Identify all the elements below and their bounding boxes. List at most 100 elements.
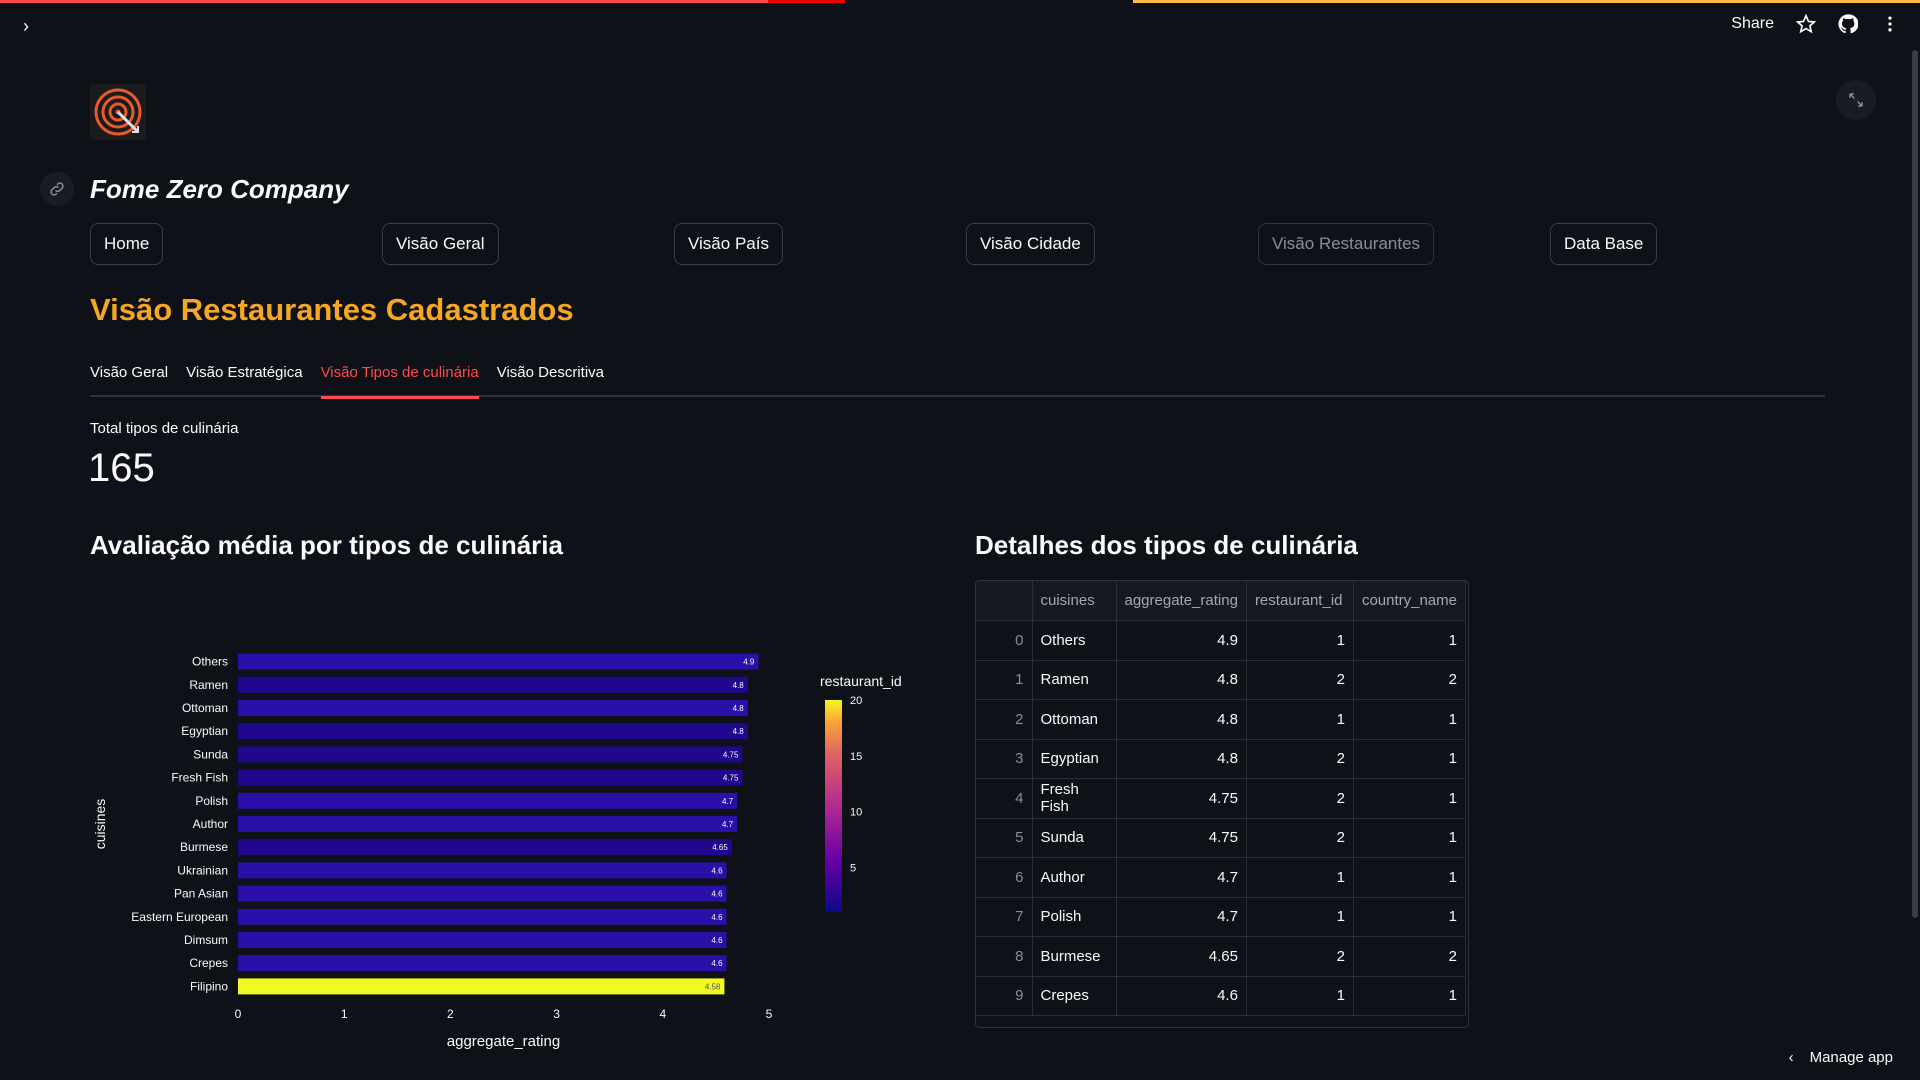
table-cell[interactable]: 1 [1246,857,1354,898]
table-row[interactable]: 1 Ramen 4.8 2 2 [976,660,1467,700]
anchor-link-icon[interactable] [40,172,74,206]
table-row[interactable]: 6 Author 4.7 1 1 [976,857,1467,898]
table-row[interactable]: 4 Fresh Fish 4.75 2 1 [976,778,1467,819]
table-row[interactable]: 7 Polish 4.7 1 1 [976,897,1467,937]
table-cell[interactable]: 6 [976,857,1033,898]
github-icon[interactable] [1838,14,1858,34]
nav-data-base-button[interactable]: Data Base [1550,223,1658,265]
tab-visao-tipos-culinaria[interactable]: Visão Tipos de culinária [320,360,479,399]
table-cell[interactable]: 1 [1246,897,1354,937]
star-icon[interactable] [1796,14,1816,34]
bar-chart[interactable]: Others 4.9 Ramen 4.8 Ottoman 4.8 Egyptian 4.8 Su… [88,600,928,1060]
table-cell[interactable]: 7 [976,897,1033,937]
table-cell[interactable]: Ottoman [1032,699,1117,740]
table-cell[interactable]: 1 [1353,620,1467,661]
table-cell[interactable]: 2 [976,699,1033,740]
table-cell[interactable]: 4.7 [1116,897,1247,937]
table-cell[interactable]: 2 [1246,936,1354,977]
table-cell[interactable]: 1 [1353,778,1467,819]
tab-visao-estrategica[interactable]: Visão Estratégica [186,360,302,397]
table-cell[interactable]: 0 [976,620,1033,661]
table-row[interactable]: 3 Egyptian 4.8 2 1 [976,739,1467,779]
y-tick-label: Polish [195,794,228,808]
table-cell[interactable]: Author [1032,857,1117,898]
table-cell[interactable]: 1 [1353,739,1467,779]
table-cell[interactable]: 2 [1353,936,1467,977]
more-menu-icon[interactable] [1880,14,1900,34]
table-cell[interactable]: 4.7 [1116,857,1247,898]
table-cell[interactable]: 1 [1246,976,1354,1016]
table-cell[interactable]: 4.8 [1116,739,1247,779]
sidebar-expand-icon[interactable]: › [16,16,36,36]
column-header[interactable]: aggregate_rating [1116,581,1247,621]
table-cell[interactable]: 1 [1246,620,1354,661]
nav-visao-restaurantes-button[interactable]: Visão Restaurantes [1258,223,1435,265]
chart-bar [238,792,738,809]
column-header[interactable]: restaurant_id [1246,581,1354,621]
table-cell[interactable]: 1 [1353,699,1467,740]
table-cell[interactable]: 4.9 [1116,620,1247,661]
colorbar-tick-label: 10 [850,807,862,819]
y-tick-label: Burmese [180,840,228,854]
bar-value-label: 4.6 [711,866,723,875]
bar-value-label: 4.75 [723,750,739,759]
table-row[interactable]: 0 Others 4.9 1 1 [976,620,1467,661]
progress-top-bar [0,0,1920,3]
table-row[interactable]: 9 Crepes 4.6 1 1 [976,976,1467,1016]
table-cell[interactable]: Crepes [1032,976,1117,1016]
manage-app-button[interactable]: ‹ Manage app [1789,1049,1893,1066]
nav-visao-pais-button[interactable]: Visão País [674,223,783,265]
chart-bar [238,885,727,902]
table-cell[interactable]: 4.6 [1116,976,1247,1016]
table-cell[interactable]: 2 [1246,660,1354,700]
table-cell[interactable]: Polish [1032,897,1117,937]
scrollbar[interactable] [1912,50,1918,918]
table-cell[interactable]: 4.75 [1116,818,1247,858]
table-cell[interactable]: 4 [976,778,1033,819]
table-cell[interactable]: 2 [1246,818,1354,858]
table-cell[interactable]: 1 [1353,976,1467,1016]
data-table[interactable]: cuisines aggregate_rating restaurant_id cou… [975,580,1469,1028]
table-cell[interactable]: 1 [1353,897,1467,937]
table-cell[interactable]: 2 [1246,778,1354,819]
chart-bar [238,723,748,740]
table-cell[interactable]: Ramen [1032,660,1117,700]
nav-home-button[interactable]: Home [90,223,164,265]
table-cell[interactable]: Burmese [1032,936,1117,977]
table-cell[interactable]: 5 [976,818,1033,858]
tab-visao-geral[interactable]: Visão Geral [90,360,168,397]
metric-value: 165 [88,446,155,490]
table-cell[interactable]: 2 [1246,739,1354,779]
column-header[interactable]: country_name [1353,581,1467,621]
table-row[interactable]: 5 Sunda 4.75 2 1 [976,818,1467,858]
table-cell[interactable]: 4.75 [1116,778,1247,819]
table-cell[interactable]: 8 [976,936,1033,977]
table-cell[interactable]: 4.8 [1116,699,1247,740]
y-tick-label: Pan Asian [174,887,228,901]
table-cell[interactable]: 4.65 [1116,936,1247,977]
chart-bar [238,908,727,925]
table-cell[interactable]: Others [1032,620,1117,661]
y-tick-label: Ramen [189,678,228,692]
table-cell[interactable]: Sunda [1032,818,1117,858]
table-cell[interactable]: 1 [1353,818,1467,858]
nav-visao-geral-button[interactable]: Visão Geral [382,223,499,265]
table-cell[interactable]: Fresh Fish [1032,778,1117,819]
table-cell[interactable]: 3 [976,739,1033,779]
table-row[interactable]: 8 Burmese 4.65 2 2 [976,936,1467,977]
table-row[interactable]: 2 Ottoman 4.8 1 1 [976,699,1467,740]
column-header[interactable] [976,581,1033,621]
tab-visao-descritiva[interactable]: Visão Descritiva [497,360,604,397]
table-cell[interactable]: 9 [976,976,1033,1016]
table-cell[interactable]: 2 [1353,660,1467,700]
table-cell[interactable]: 1 [976,660,1033,700]
table-cell[interactable]: Egyptian [1032,739,1117,779]
table-cell[interactable]: 1 [1353,857,1467,898]
table-cell[interactable]: 1 [1246,699,1354,740]
share-button[interactable]: Share [1731,15,1774,33]
chart-bar [238,700,748,716]
fullscreen-icon[interactable] [1836,80,1876,120]
column-header[interactable]: cuisines [1032,581,1117,621]
nav-visao-cidade-button[interactable]: Visão Cidade [966,223,1095,265]
table-cell[interactable]: 4.8 [1116,660,1247,700]
